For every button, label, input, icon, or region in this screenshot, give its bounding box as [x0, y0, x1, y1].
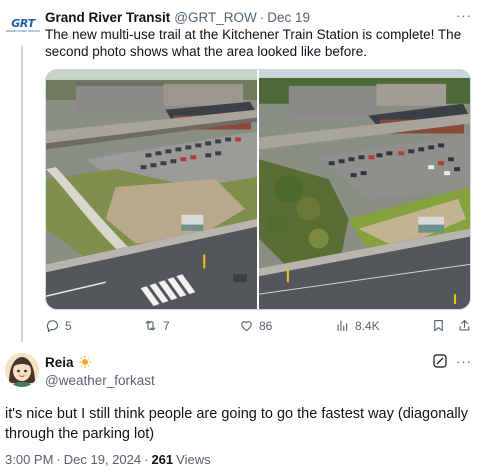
repost-button[interactable]: 7 — [143, 318, 170, 333]
views-button[interactable]: 8.4K — [335, 318, 380, 333]
reply-header: Reia — [45, 353, 92, 371]
bookmark-icon — [434, 319, 443, 332]
meta-separator: · — [56, 452, 61, 467]
reply-handle[interactable]: @weather_forkast — [45, 373, 155, 388]
thread-line — [21, 45, 23, 342]
after-photo-image — [46, 70, 257, 309]
more-options-icon[interactable]: ··· — [455, 8, 473, 23]
reply-text: it's nice but I still think people are g… — [5, 406, 469, 442]
cartoon-girl-avatar-image — [5, 353, 39, 387]
before-photo-image — [259, 70, 470, 309]
share-icon — [459, 319, 470, 331]
reply-meta: 3:00 PM · Dec 19, 2024 · 261 Views — [5, 452, 211, 467]
views-chart-icon — [337, 320, 348, 332]
before-photo[interactable] — [259, 70, 470, 309]
reply-icon — [46, 320, 59, 333]
post-actions: 5 7 86 8.4K — [45, 318, 475, 336]
post-header: Grand River Transit @GRT_ROW · Dec 19 — [45, 8, 463, 26]
reply-more-options-icon[interactable]: ··· — [455, 354, 473, 369]
like-count: 86 — [259, 318, 273, 333]
grt-logo-subtext: GRAND RIVER TRANSIT — [5, 28, 41, 33]
reply-post: Reia @weather_forkast ··· it's nice but … — [0, 345, 483, 476]
meta-separator-2: · — [144, 452, 149, 467]
grt-avatar[interactable]: GRT GRAND RIVER TRANSIT — [6, 8, 40, 42]
post-date[interactable]: Dec 19 — [267, 10, 310, 25]
reply-time[interactable]: 3:00 PM — [5, 452, 53, 467]
sun-emoji-icon — [77, 355, 92, 369]
reia-avatar[interactable] — [5, 353, 39, 387]
reply-date[interactable]: Dec 19, 2024 — [64, 452, 141, 467]
author-display-name[interactable]: Grand River Transit — [45, 10, 170, 25]
reply-display-name[interactable]: Reia — [45, 355, 74, 370]
grok-icon[interactable] — [432, 353, 448, 369]
author-handle[interactable]: @GRT_ROW — [174, 10, 256, 25]
reply-views-count: 261 — [151, 452, 174, 467]
post-text: The new multi-use trail at the Kitchener… — [45, 27, 462, 59]
header-separator: · — [259, 9, 265, 25]
share-button[interactable] — [457, 318, 472, 333]
repost-icon — [145, 320, 156, 331]
original-post: GRT GRAND RIVER TRANSIT Grand River Tran… — [0, 0, 483, 345]
repost-count: 7 — [163, 318, 170, 333]
views-count: 8.4K — [355, 318, 380, 333]
reply-views-label: Views — [176, 452, 211, 467]
like-button[interactable]: 86 — [239, 318, 272, 333]
post-media-grid — [45, 69, 471, 310]
grt-logo-text: GRT — [11, 16, 35, 30]
reply-count: 5 — [65, 318, 72, 333]
bookmark-button[interactable] — [431, 318, 446, 333]
after-photo[interactable] — [46, 70, 257, 309]
reply-button[interactable]: 5 — [45, 318, 72, 333]
heart-icon — [241, 321, 252, 332]
